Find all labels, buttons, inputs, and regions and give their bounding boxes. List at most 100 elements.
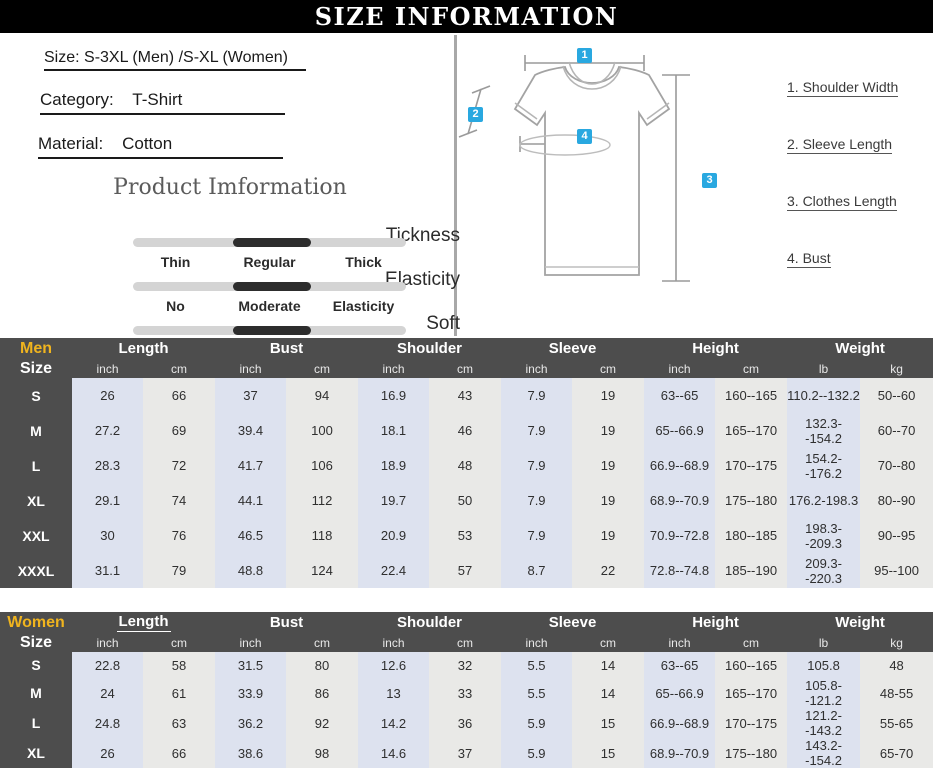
data-cell: 22 bbox=[572, 553, 645, 588]
unit-header-8-inch: inch bbox=[644, 633, 716, 652]
size-cell-XXXL: XXXL bbox=[0, 553, 72, 588]
data-cell: 8.7 bbox=[501, 553, 573, 588]
data-cell: 29.1 bbox=[72, 483, 143, 518]
data-cell: 28.3 bbox=[72, 448, 143, 483]
unit-header-8-inch: inch bbox=[644, 359, 716, 378]
data-cell: 53 bbox=[429, 518, 502, 553]
table-0-gender-label: Men bbox=[20, 340, 52, 357]
column-group-label: Bust bbox=[269, 340, 304, 357]
data-cell: 32 bbox=[429, 652, 502, 678]
size-cell-M: M bbox=[0, 413, 72, 448]
unit-header-0-inch: inch bbox=[72, 633, 143, 652]
unit-header-6-inch: inch bbox=[501, 633, 573, 652]
legend-item-shoulder-width: 1. Shoulder Width bbox=[787, 79, 899, 97]
data-cell: 7.9 bbox=[501, 378, 573, 413]
slider-track-thickness[interactable] bbox=[133, 238, 406, 247]
table-1-gender-label: Women bbox=[7, 614, 65, 631]
unit-header-11-kg: kg bbox=[860, 359, 933, 378]
table-0-gender-corner: Men Size bbox=[0, 338, 72, 378]
unit-header-5-cm: cm bbox=[429, 633, 502, 652]
badge-1-shoulder: 1 bbox=[577, 48, 592, 63]
legend-item-sleeve-length: 2. Sleeve Length bbox=[787, 136, 893, 154]
womens-table-header: Women Size Length Bust Shoulder Sleeve Height W… bbox=[0, 612, 933, 652]
slider-thumb-elasticity[interactable] bbox=[233, 282, 311, 291]
slider-option-regular[interactable]: Regular bbox=[222, 254, 317, 270]
data-cell: 63--65 bbox=[644, 378, 716, 413]
column-group-label: Height bbox=[692, 340, 739, 357]
column-group-label: Length bbox=[118, 340, 169, 357]
data-cell: 60--70 bbox=[860, 413, 933, 448]
data-cell: 79 bbox=[143, 553, 215, 588]
slider-option-elasticity[interactable]: Elasticity bbox=[316, 298, 411, 314]
column-group-header-sleeve: Sleeve bbox=[501, 338, 645, 359]
data-cell: 68.9--70.9 bbox=[644, 738, 716, 768]
unit-header-1-cm: cm bbox=[143, 359, 215, 378]
column-group-header-shoulder: Shoulder bbox=[358, 338, 502, 359]
attribute-slider-thickness: Tickness Thin Regular Thick bbox=[0, 225, 460, 270]
product-information-heading: Product Imformation bbox=[113, 175, 347, 200]
data-cell: 48 bbox=[429, 448, 502, 483]
column-group-label: Bust bbox=[269, 614, 304, 631]
column-group-label: Weight bbox=[835, 340, 885, 357]
data-cell: 66.9--68.9 bbox=[644, 708, 716, 738]
info-label-material: Material: bbox=[38, 134, 104, 153]
column-group-header-weight: Weight bbox=[787, 612, 933, 633]
column-group-header-height: Height bbox=[644, 612, 788, 633]
data-cell: 132.3--154.2 bbox=[787, 413, 861, 448]
data-cell: 175--180 bbox=[715, 738, 788, 768]
data-cell: 118 bbox=[286, 518, 358, 553]
column-group-label: Shoulder bbox=[397, 614, 463, 631]
slider-option-no[interactable]: No bbox=[128, 298, 223, 314]
data-cell: 175--180 bbox=[715, 483, 788, 518]
data-cell: 14 bbox=[572, 652, 645, 678]
slider-option-thick[interactable]: Thick bbox=[316, 254, 411, 270]
column-group-label: Shoulder bbox=[397, 340, 463, 357]
data-cell: 170--175 bbox=[715, 708, 788, 738]
size-cell-L: L bbox=[0, 708, 72, 738]
data-cell: 68.9--70.9 bbox=[644, 483, 716, 518]
slider-thumb-thickness[interactable] bbox=[233, 238, 311, 247]
data-cell: 26 bbox=[72, 378, 143, 413]
data-cell: 27.2 bbox=[72, 413, 143, 448]
data-cell: 65-70 bbox=[860, 738, 933, 768]
mens-table-body: S 26 66 37 94 16.9 43 7.9 19 63--65 160--165 110.2-… bbox=[0, 378, 933, 588]
data-cell: 14.6 bbox=[358, 738, 429, 768]
unit-header-9-cm: cm bbox=[715, 633, 788, 652]
size-cell-XL: XL bbox=[0, 738, 72, 768]
data-cell: 15 bbox=[572, 738, 645, 768]
slider-option-thin[interactable]: Thin bbox=[128, 254, 223, 270]
slider-track-soft[interactable] bbox=[133, 326, 406, 335]
data-cell: 121.2--143.2 bbox=[787, 708, 861, 738]
data-cell: 72 bbox=[143, 448, 215, 483]
data-cell: 7.9 bbox=[501, 413, 573, 448]
data-cell: 18.1 bbox=[358, 413, 429, 448]
table-row: L 24.8 63 36.2 92 14.2 36 5.9 15 66.9--68.9 170--1… bbox=[0, 708, 933, 738]
table-1-gender-corner: Women Size bbox=[0, 612, 72, 652]
page-title: SIZE INFORMATION bbox=[314, 2, 619, 31]
data-cell: 69 bbox=[143, 413, 215, 448]
data-cell: 16.9 bbox=[358, 378, 429, 413]
unit-header-5-cm: cm bbox=[429, 359, 502, 378]
badge-2-sleeve: 2 bbox=[468, 107, 483, 122]
column-group-header-weight: Weight bbox=[787, 338, 933, 359]
size-cell-S: S bbox=[0, 378, 72, 413]
attribute-slider-elasticity: Elasticity No Moderate Elasticity bbox=[0, 269, 460, 314]
tshirt-measurement-diagram: 1 2 3 4 1. Shoulder Width 2. Sleeve Leng… bbox=[457, 33, 933, 338]
data-cell: 37 bbox=[215, 378, 286, 413]
data-cell: 39.4 bbox=[215, 413, 286, 448]
data-cell: 19 bbox=[572, 518, 645, 553]
data-cell: 46.5 bbox=[215, 518, 286, 553]
data-cell: 15 bbox=[572, 708, 645, 738]
slider-thumb-soft[interactable] bbox=[233, 326, 311, 335]
data-cell: 13 bbox=[358, 678, 429, 708]
table-row: S 22.8 58 31.5 80 12.6 32 5.5 14 63--65 160--165 10… bbox=[0, 652, 933, 678]
slider-track-elasticity[interactable] bbox=[133, 282, 406, 291]
badge-4-bust: 4 bbox=[577, 129, 592, 144]
info-value-material: Cotton bbox=[122, 134, 173, 153]
data-cell: 44.1 bbox=[215, 483, 286, 518]
unit-header-3-cm: cm bbox=[286, 633, 358, 652]
data-cell: 26 bbox=[72, 738, 143, 768]
data-cell: 180--185 bbox=[715, 518, 788, 553]
slider-option-moderate[interactable]: Moderate bbox=[222, 298, 317, 314]
data-cell: 154.2--176.2 bbox=[787, 448, 861, 483]
